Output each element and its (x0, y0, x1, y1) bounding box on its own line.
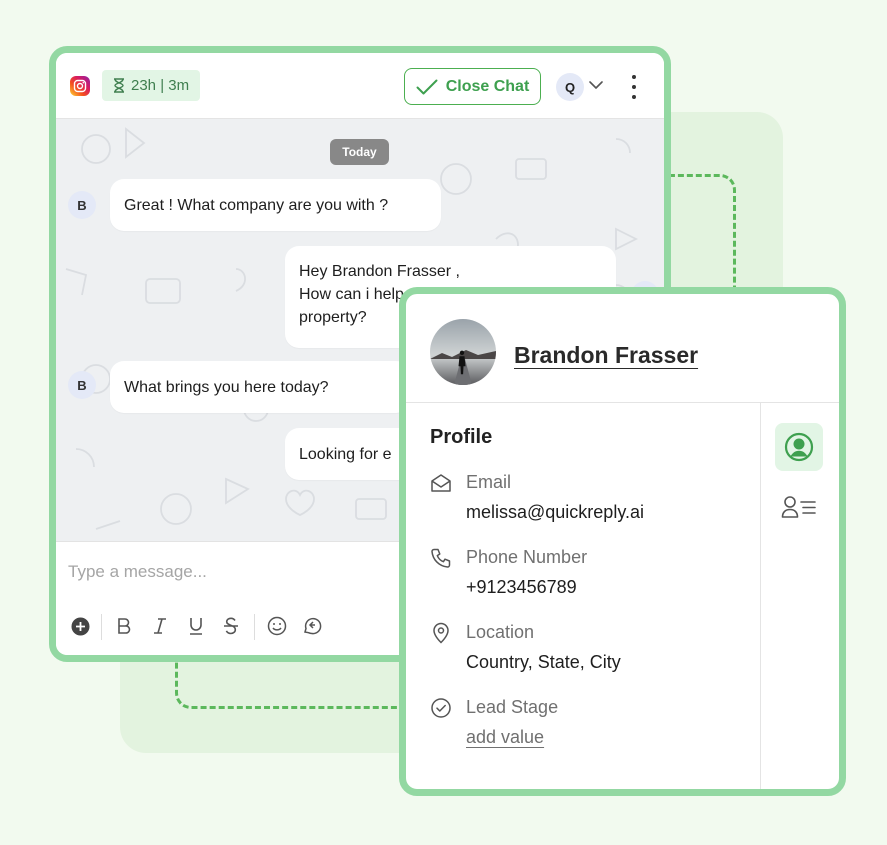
message-bubble-incoming: What brings you here today? (110, 361, 410, 413)
contact-name[interactable]: Brandon Frasser (514, 342, 698, 369)
profile-tab-button[interactable] (775, 423, 823, 471)
chevron-down-icon[interactable] (589, 80, 603, 90)
toolbar-divider (101, 614, 102, 640)
emoji-icon[interactable] (265, 614, 289, 638)
timer-text: 23h | 3m (131, 77, 190, 94)
location-value: Country, State, City (466, 652, 621, 672)
connector-line-top (660, 174, 736, 296)
contact-photo (430, 319, 496, 385)
lead-stage-label: Lead Stage (466, 697, 559, 717)
day-divider-badge: Today (330, 139, 389, 165)
message-bubble-incoming: Great ! What company are you with ? (110, 179, 441, 231)
contact-details-tab-button[interactable] (775, 483, 823, 531)
hourglass-icon (114, 78, 124, 93)
chat-timer: 23h | 3m (102, 70, 201, 101)
instagram-icon (70, 75, 90, 96)
toolbar-divider (254, 614, 255, 640)
add-value-link[interactable]: add value (466, 727, 544, 748)
contact-list-icon (781, 496, 816, 518)
message-text-line: Hey Brandon Frasser , (299, 263, 460, 280)
contact-avatar: B (68, 191, 96, 219)
phone-label: Phone Number (466, 547, 588, 567)
message-text: Looking for e (299, 445, 392, 463)
agent-avatar[interactable]: Q (556, 73, 584, 101)
location-label: Location (466, 622, 535, 642)
phone-value: +9123456789 (466, 577, 577, 597)
email-label: Email (466, 472, 512, 492)
underline-icon[interactable] (184, 614, 208, 638)
add-attachment-icon[interactable] (68, 614, 92, 638)
profile-details: Profile Email melissa@quickreply.ai Phon… (406, 403, 760, 789)
phone-icon (431, 548, 451, 568)
location-pin-icon (433, 622, 449, 644)
more-options-icon[interactable] (631, 75, 637, 99)
envelope-icon (431, 474, 451, 492)
bold-icon[interactable] (112, 614, 136, 638)
chat-header: 23h | 3m Close Chat Q (56, 53, 664, 119)
checkmark-icon (416, 79, 438, 94)
strikethrough-icon[interactable] (219, 614, 243, 638)
check-circle-icon (431, 698, 451, 718)
section-title: Profile (430, 426, 493, 448)
quick-reply-icon[interactable] (300, 614, 324, 638)
close-chat-label: Close Chat (445, 77, 530, 95)
user-circle-icon (784, 432, 814, 462)
contact-profile-panel: Brandon Frasser Profile Email melissa@qu… (399, 287, 846, 796)
close-chat-button[interactable]: Close Chat (404, 68, 541, 105)
message-text: What brings you here today? (124, 378, 329, 396)
email-value: melissa@quickreply.ai (466, 502, 644, 522)
message-input[interactable]: Type a message... (68, 562, 207, 582)
profile-side-rail (760, 403, 839, 789)
profile-header: Brandon Frasser (406, 294, 839, 403)
message-text: Great ! What company are you with ? (124, 196, 389, 214)
contact-avatar: B (68, 371, 96, 399)
italic-icon[interactable] (148, 614, 172, 638)
